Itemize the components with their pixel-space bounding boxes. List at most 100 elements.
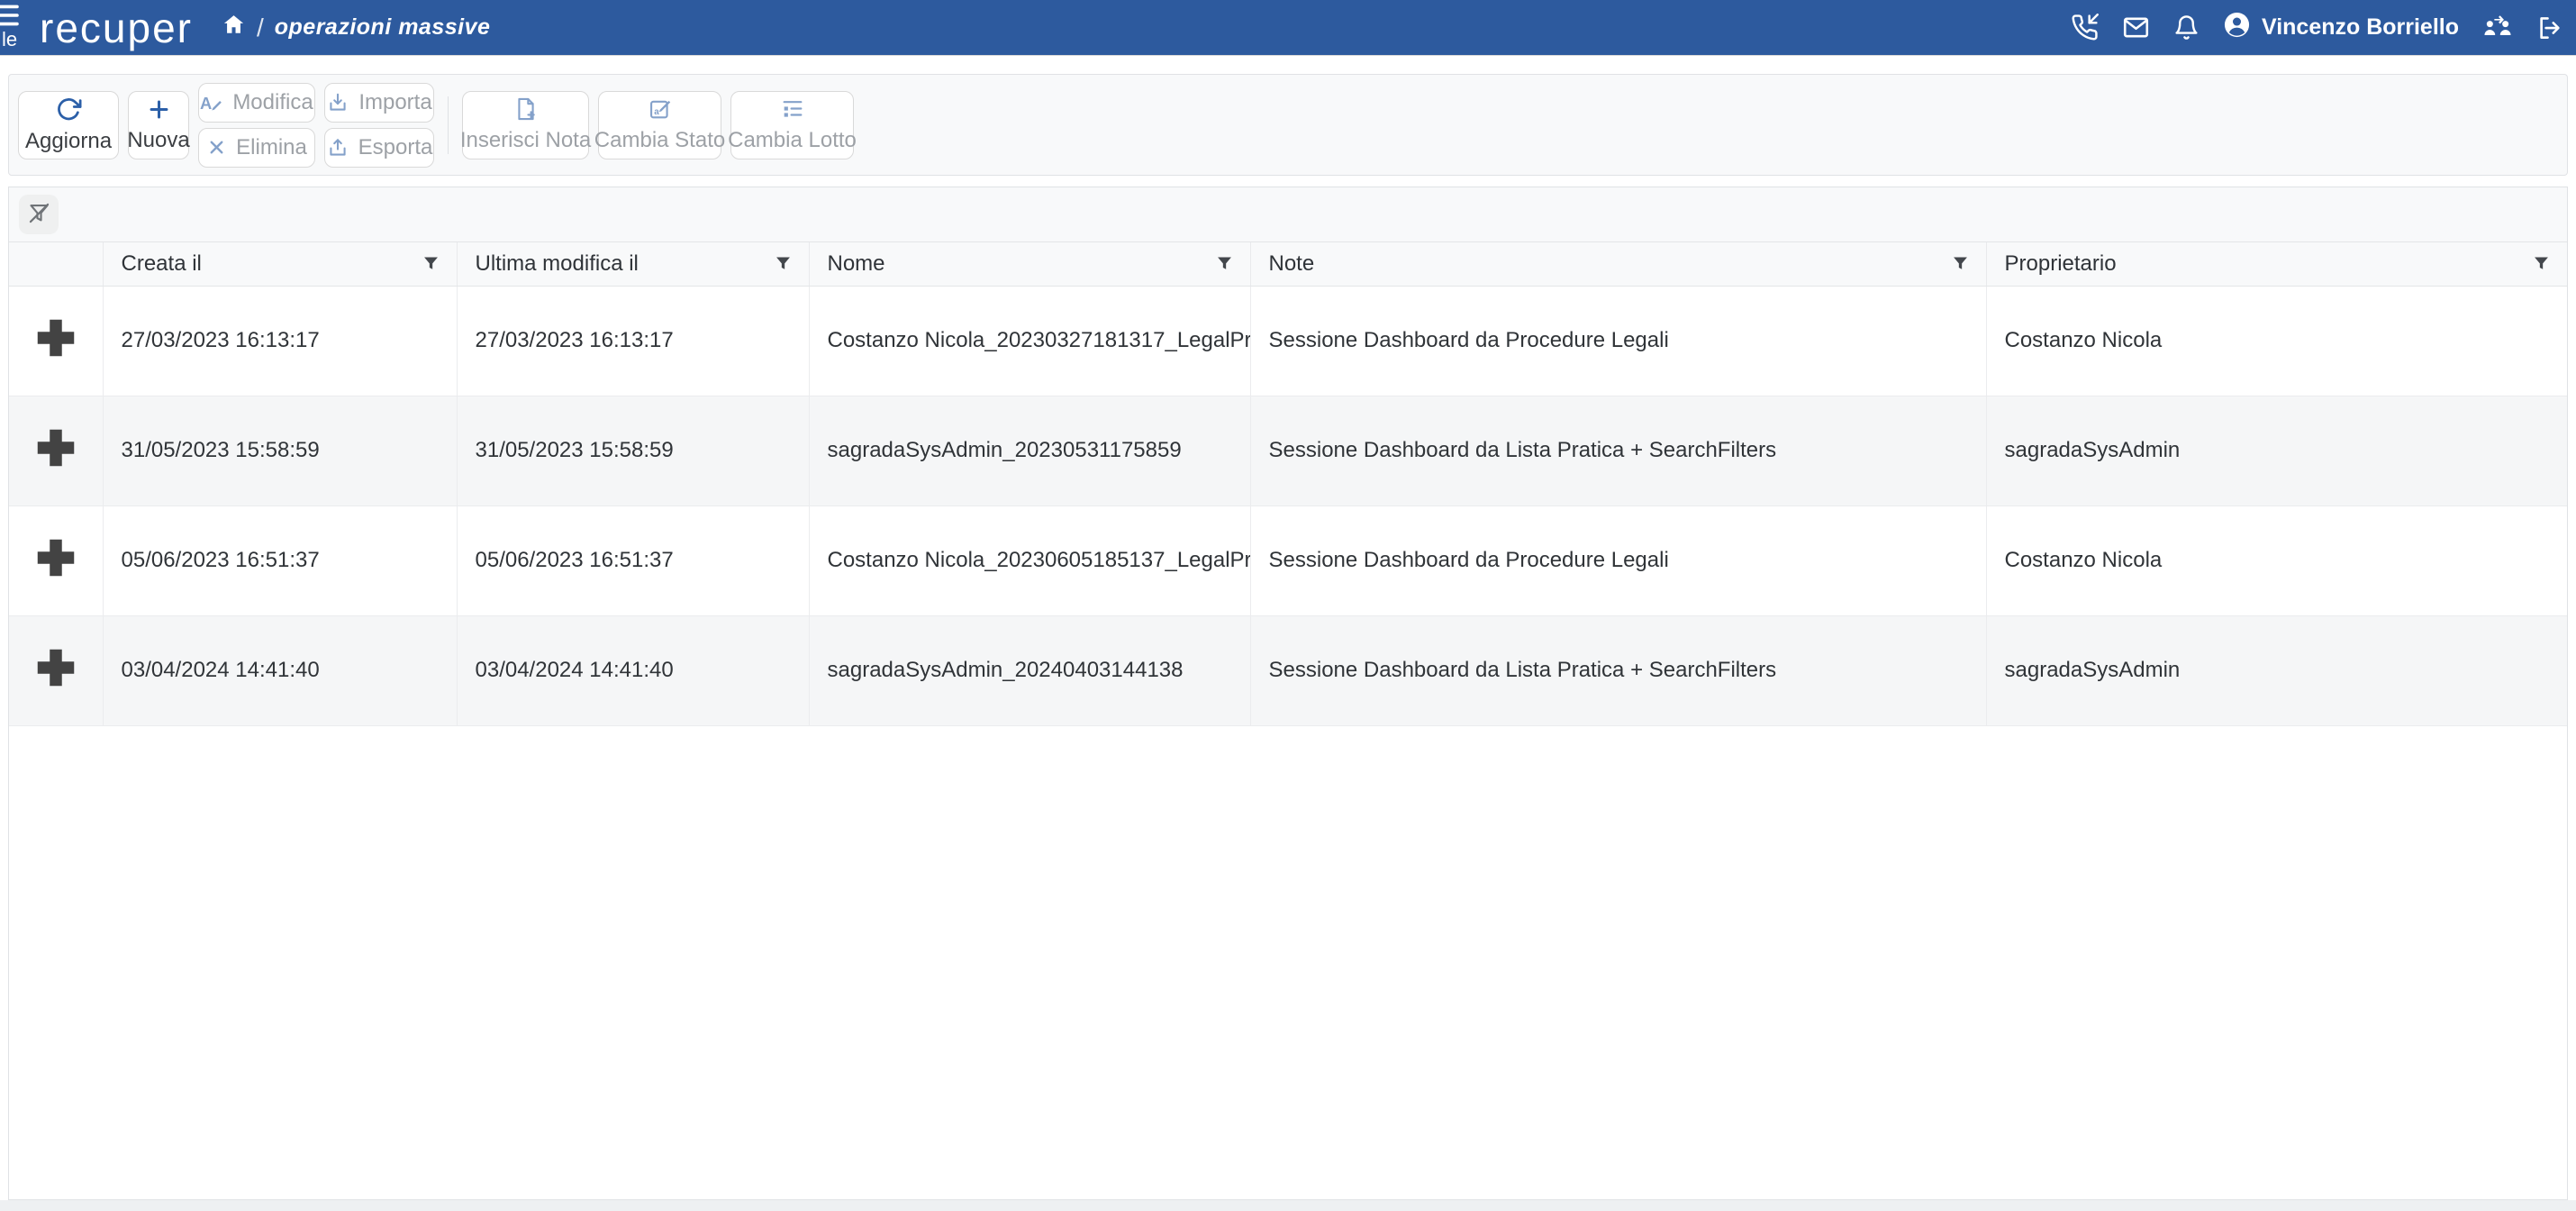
- breadcrumb-separator: /: [257, 14, 264, 42]
- filter-icon[interactable]: [2532, 254, 2551, 273]
- column-header-nome[interactable]: Nome: [809, 242, 1250, 286]
- sidebar-toggle-clipped[interactable]: le: [0, 2, 50, 50]
- breadcrumb-current: operazioni massive: [275, 14, 491, 41]
- import-button[interactable]: Importa: [324, 83, 434, 123]
- home-icon[interactable]: [222, 13, 246, 43]
- cell-creata_il[interactable]: 05/06/2023 16:51:37: [103, 505, 457, 615]
- bell-icon[interactable]: [2173, 14, 2200, 41]
- cell-creata_il[interactable]: 31/05/2023 15:58:59: [103, 396, 457, 505]
- export-button[interactable]: Esporta: [324, 128, 434, 168]
- change-status-button[interactable]: a Cambia Stato: [598, 91, 721, 159]
- expand-cell: [9, 615, 103, 725]
- cell-creata_il[interactable]: 03/04/2024 14:41:40: [103, 615, 457, 725]
- menu-fold-icon[interactable]: [0, 2, 50, 29]
- clear-filters-button[interactable]: [19, 195, 59, 234]
- header-row: Creata il Ultima modifica il Nome Note Propr…: [9, 242, 2567, 286]
- cell-proprietario[interactable]: sagradaSysAdmin: [1986, 396, 2567, 505]
- logout-icon[interactable]: [2536, 14, 2563, 41]
- export-icon: [326, 136, 349, 159]
- cell-nome[interactable]: Costanzo Nicola_20230605185137_LegalProc…: [809, 505, 1250, 615]
- column-header-ultima_modifica_il[interactable]: Ultima modifica il: [457, 242, 809, 286]
- plus-expand-icon: [32, 314, 80, 365]
- cell-proprietario[interactable]: Costanzo Nicola: [1986, 505, 2567, 615]
- filter-icon[interactable]: [1951, 254, 1970, 273]
- cell-ultima_modifica_il[interactable]: 05/06/2023 16:51:37: [457, 505, 809, 615]
- insert-note-button[interactable]: Inserisci Nota: [462, 91, 589, 159]
- expand-cell: [9, 505, 103, 615]
- cell-note[interactable]: Sessione Dashboard da Procedure Legali: [1250, 286, 1986, 396]
- cell-nome[interactable]: Costanzo Nicola_20230327181317_LegalProc…: [809, 286, 1250, 396]
- column-label: Ultima modifica il: [476, 251, 639, 277]
- import-icon: [326, 91, 349, 114]
- table-row[interactable]: 27/03/2023 16:13:1727/03/2023 16:13:17Co…: [9, 286, 2567, 396]
- import-export-group: Importa Esporta: [324, 83, 434, 168]
- edit-delete-group: A Modifica Elimina: [198, 83, 315, 168]
- filter-icon[interactable]: [1215, 254, 1234, 273]
- edit-square-icon: a: [648, 96, 673, 122]
- expand-row-button[interactable]: [32, 533, 80, 585]
- cell-nome[interactable]: sagradaSysAdmin_20240403144138: [809, 615, 1250, 725]
- expand-row-button[interactable]: [32, 423, 80, 475]
- new-button[interactable]: Nuova: [128, 91, 189, 159]
- expand-row-button[interactable]: [32, 314, 80, 365]
- grid-toolbar: [9, 187, 2567, 242]
- expand-column-header: [9, 242, 103, 286]
- column-header-note[interactable]: Note: [1250, 242, 1986, 286]
- filter-icon[interactable]: [774, 254, 793, 273]
- svg-text:a: a: [654, 107, 659, 117]
- refresh-button[interactable]: Aggiorna: [18, 91, 119, 159]
- column-label: Note: [1269, 251, 1315, 277]
- column-label: Creata il: [122, 251, 202, 277]
- plus-expand-icon: [32, 533, 80, 585]
- cell-ultima_modifica_il[interactable]: 03/04/2024 14:41:40: [457, 615, 809, 725]
- mail-icon[interactable]: [2122, 14, 2150, 41]
- cell-proprietario[interactable]: sagradaSysAdmin: [1986, 615, 2567, 725]
- column-header-proprietario[interactable]: Proprietario: [1986, 242, 2567, 286]
- expand-cell: [9, 396, 103, 505]
- sidebar-clipped-label: le: [2, 30, 50, 50]
- filter-icon[interactable]: [422, 254, 440, 273]
- plus-expand-icon: [32, 423, 80, 475]
- toolbar-divider: [448, 96, 449, 154]
- app-logo[interactable]: recuper: [40, 4, 193, 52]
- table-row[interactable]: 31/05/2023 15:58:5931/05/2023 15:58:59sa…: [9, 396, 2567, 505]
- expand-cell: [9, 286, 103, 396]
- cell-note[interactable]: Sessione Dashboard da Lista Pratica + Se…: [1250, 396, 1986, 505]
- data-grid: Creata il Ultima modifica il Nome Note Propr…: [8, 187, 2568, 1200]
- user-switch-icon[interactable]: [2482, 14, 2513, 41]
- delete-button[interactable]: Elimina: [198, 128, 315, 168]
- operations-table: Creata il Ultima modifica il Nome Note Propr…: [9, 242, 2567, 726]
- column-label: Proprietario: [2005, 251, 2117, 277]
- user-name: Vincenzo Borriello: [2262, 14, 2459, 41]
- cell-creata_il[interactable]: 27/03/2023 16:13:17: [103, 286, 457, 396]
- toolbar: Aggiorna Nuova A Modifica: [8, 74, 2568, 176]
- cell-note[interactable]: Sessione Dashboard da Lista Pratica + Se…: [1250, 615, 1986, 725]
- edit-button[interactable]: A Modifica: [198, 83, 315, 123]
- table-row[interactable]: 05/06/2023 16:51:3705/06/2023 16:51:37Co…: [9, 505, 2567, 615]
- cell-ultima_modifica_il[interactable]: 27/03/2023 16:13:17: [457, 286, 809, 396]
- navbar-right-cluster: Vincenzo Borriello: [2071, 11, 2563, 45]
- column-label: Nome: [828, 251, 885, 277]
- top-navbar: le recuper / operazioni massive: [0, 0, 2576, 56]
- cell-proprietario[interactable]: Costanzo Nicola: [1986, 286, 2567, 396]
- breadcrumb: / operazioni massive: [222, 13, 490, 43]
- table-row[interactable]: 03/04/2024 14:41:4003/04/2024 14:41:40sa…: [9, 615, 2567, 725]
- user-menu[interactable]: Vincenzo Borriello: [2223, 11, 2459, 45]
- list-icon: [780, 96, 805, 122]
- cell-ultima_modifica_il[interactable]: 31/05/2023 15:58:59: [457, 396, 809, 505]
- expand-row-button[interactable]: [32, 643, 80, 695]
- refresh-icon: [55, 96, 82, 123]
- change-lot-button[interactable]: Cambia Lotto: [730, 91, 854, 159]
- cell-note[interactable]: Sessione Dashboard da Procedure Legali: [1250, 505, 1986, 615]
- column-header-creata_il[interactable]: Creata il: [103, 242, 457, 286]
- user-avatar-icon: [2223, 11, 2251, 45]
- filter-off-icon: [27, 201, 51, 228]
- cell-nome[interactable]: sagradaSysAdmin_20230531175859: [809, 396, 1250, 505]
- phone-incoming-icon[interactable]: [2071, 14, 2099, 41]
- plus-icon: [147, 97, 171, 122]
- plus-expand-icon: [32, 643, 80, 695]
- font-edit-icon: A: [200, 91, 223, 114]
- file-add-icon: [513, 96, 539, 122]
- close-icon: [206, 137, 227, 158]
- bottom-strip: [0, 1200, 2576, 1211]
